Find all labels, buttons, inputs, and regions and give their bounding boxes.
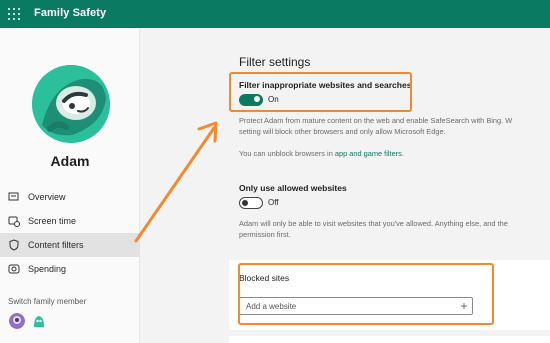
profile-name: Adam xyxy=(50,153,90,169)
app-game-filters-link[interactable]: app and game filters xyxy=(335,149,402,158)
sidebar-item-screen-time[interactable]: Screen time xyxy=(0,209,140,233)
filter-inappropriate-description: setting will block other browsers and on… xyxy=(239,127,446,136)
section-title: Filter settings xyxy=(239,55,311,69)
blocked-sites-title: Blocked sites xyxy=(239,273,290,283)
family-member-avatar[interactable] xyxy=(31,313,47,329)
main-content: Filter settings Filter inappropriate web… xyxy=(141,28,550,343)
toggle-state-label: Off xyxy=(268,198,279,207)
sidebar-item-label: Content filters xyxy=(28,240,84,250)
spending-icon xyxy=(8,263,20,275)
app-header: Family Safety xyxy=(0,0,550,28)
sidebar-item-label: Spending xyxy=(28,264,67,274)
sidebar-item-label: Overview xyxy=(28,192,66,202)
filter-inappropriate-description: Protect Adam from mature content on the … xyxy=(239,116,513,125)
app-title: Family Safety xyxy=(34,7,107,19)
filter-inappropriate-title: Filter inappropriate websites and search… xyxy=(239,80,412,90)
overview-icon xyxy=(8,191,20,203)
add-website-button[interactable]: + xyxy=(457,299,471,313)
profile-avatar xyxy=(32,65,110,143)
unblock-browsers-note: You can unblock browsers in app and game… xyxy=(239,149,404,158)
blocked-sites-card: Blocked sites + xyxy=(229,260,550,330)
screen-time-icon xyxy=(8,215,20,227)
app-launcher-icon[interactable] xyxy=(8,8,20,20)
add-website-input[interactable] xyxy=(239,297,473,315)
filter-inappropriate-toggle[interactable] xyxy=(239,94,263,106)
allowed-sites-card xyxy=(229,336,550,343)
sidebar-item-content-filters[interactable]: Content filters xyxy=(0,233,140,257)
allowed-only-toggle[interactable] xyxy=(239,197,263,209)
family-member-avatar[interactable] xyxy=(9,313,25,329)
allowed-only-description: Adam will only be able to visit websites… xyxy=(239,219,508,228)
filter-panel: Filter settings Filter inappropriate web… xyxy=(221,28,550,343)
switch-family-member-label: Switch family member xyxy=(8,297,87,306)
sidebar-item-label: Screen time xyxy=(28,216,77,226)
sidebar-item-spending[interactable]: Spending xyxy=(0,257,140,281)
toggle-state-label: On xyxy=(268,95,279,104)
allowed-only-title: Only use allowed websites xyxy=(239,183,347,193)
sidebar-item-overview[interactable]: Overview xyxy=(0,185,140,209)
sidebar: Adam Overview Screen time Content filter… xyxy=(0,28,140,343)
shield-icon xyxy=(8,239,20,251)
allowed-only-description: permission first. xyxy=(239,230,291,239)
